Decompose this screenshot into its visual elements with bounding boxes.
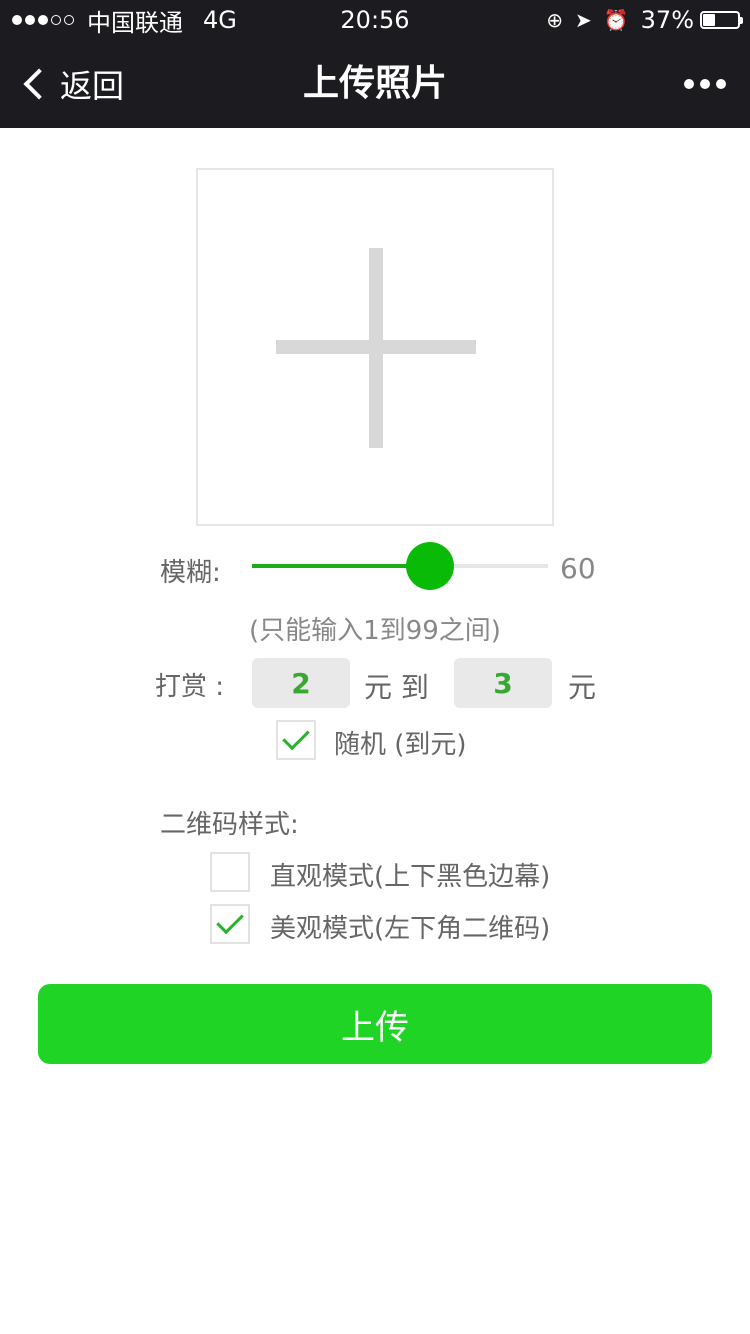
blur-range-hint: (只能输入1到99之间) (249, 616, 501, 646)
reward-to-text: 元 到 (364, 671, 429, 704)
reward-max-input[interactable] (454, 658, 552, 708)
qr-pretty-mode-checkbox[interactable] (210, 904, 250, 944)
qr-direct-mode-checkbox[interactable] (210, 852, 250, 892)
check-icon (282, 722, 310, 751)
more-button[interactable] (678, 40, 726, 128)
page-title: 上传照片 (302, 63, 447, 104)
battery-icon (700, 11, 743, 29)
blur-value: 60 (560, 552, 596, 585)
reward-unit: 元 (568, 671, 597, 704)
reward-min-input[interactable] (252, 658, 350, 708)
reward-label: 打赏 : (155, 672, 225, 702)
battery-percent: 37% (640, 6, 694, 34)
blur-slider[interactable] (252, 542, 548, 590)
random-checkbox[interactable] (276, 720, 316, 760)
rotation-lock-icon: ⊕ (546, 8, 563, 32)
check-icon (216, 906, 244, 935)
more-dots-icon (684, 79, 694, 89)
status-bar-right: ⊕ ➤ ⏰ 37% (546, 6, 743, 34)
blur-slider-thumb[interactable] (406, 542, 455, 590)
alarm-icon: ⏰ (603, 8, 629, 32)
blur-slider-fill (252, 564, 431, 568)
location-icon: ➤ (574, 8, 592, 32)
random-label[interactable]: 随机 (到元) (334, 724, 467, 761)
upload-button[interactable]: 上传 (38, 984, 712, 1064)
qr-direct-mode-label[interactable]: 直观模式(上下黑色边幕) (270, 856, 550, 893)
qr-style-title: 二维码样式: (160, 810, 299, 840)
qr-pretty-mode-label[interactable]: 美观模式(左下角二维码) (270, 908, 550, 945)
status-bar: 中国联通 4G 20:56 ⊕ ➤ ⏰ 37% (0, 0, 750, 40)
nav-bar: 返回 上传照片 (0, 40, 750, 128)
photo-upload-area[interactable] (196, 168, 554, 526)
plus-icon-vertical (369, 248, 383, 448)
blur-label: 模糊: (160, 558, 221, 588)
